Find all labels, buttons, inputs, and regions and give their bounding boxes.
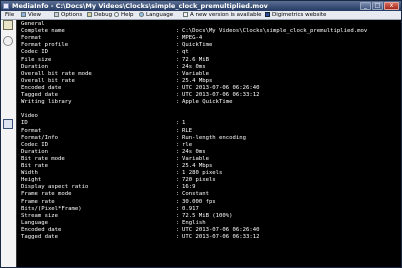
field-label: Tagged date <box>21 234 59 240</box>
menu-digimetrics-label: Digimetrics website <box>272 12 327 18</box>
menu-view[interactable]: View <box>21 11 41 19</box>
menu-view-label: View <box>28 12 42 18</box>
menu-language-label: Language <box>146 12 174 18</box>
field-separator: : <box>176 99 180 106</box>
digimetrics-icon <box>265 11 270 17</box>
menu-digimetrics[interactable]: Digimetrics website <box>265 11 326 19</box>
field-label: Writing library <box>21 99 72 106</box>
menu-options[interactable]: Options <box>54 11 82 19</box>
field-value: C:\Docs\My Videos\Clocks\simple_clock_pr… <box>182 28 368 35</box>
info-text-view[interactable]: General Complete name: C:\Docs\My Videos\C… <box>18 20 401 267</box>
disc-icon[interactable] <box>3 36 13 46</box>
mediainfo-window: MediaInfo - C:\Docs\My Videos\Clocks\sim… <box>0 0 402 268</box>
field-value: UTC 2013-07-06 06:33:12 <box>182 234 260 240</box>
general-stream-icon[interactable] <box>3 20 13 30</box>
video-stream-icon[interactable] <box>3 119 13 129</box>
menu-debug[interactable]: Debug <box>87 11 112 19</box>
stream-sidebar <box>1 20 17 267</box>
menu-file[interactable]: File <box>5 11 14 19</box>
menu-file-label: File <box>5 12 15 18</box>
field-separator: : <box>176 234 180 240</box>
window-title: MediaInfo - C:\Docs\My Videos\Clocks\sim… <box>12 2 268 10</box>
window-controls: _ □ x <box>360 2 399 10</box>
menu-language[interactable]: Language <box>139 11 173 19</box>
menu-debug-label: Debug <box>94 12 113 18</box>
maximize-button[interactable]: □ <box>372 2 383 10</box>
field-value: Apple QuickTime <box>182 99 233 106</box>
menu-bar: File View Options Debug Help Language A … <box>1 11 401 20</box>
menu-help-label: Help <box>121 12 134 18</box>
menu-new-version-label: A new version is available <box>190 12 262 18</box>
title-bar[interactable]: MediaInfo - C:\Docs\My Videos\Clocks\sim… <box>1 1 401 11</box>
new-version-icon <box>183 11 188 17</box>
menu-new-version[interactable]: A new version is available <box>183 11 262 19</box>
help-icon <box>114 11 119 17</box>
options-icon <box>54 11 59 17</box>
view-icon <box>21 11 26 17</box>
menu-options-label: Options <box>61 12 83 18</box>
debug-icon <box>87 11 92 17</box>
language-icon <box>139 11 144 17</box>
minimize-button[interactable]: _ <box>360 2 371 10</box>
close-button[interactable]: x <box>384 2 399 10</box>
mediainfo-app-icon <box>3 3 9 9</box>
menu-help[interactable]: Help <box>114 11 134 19</box>
